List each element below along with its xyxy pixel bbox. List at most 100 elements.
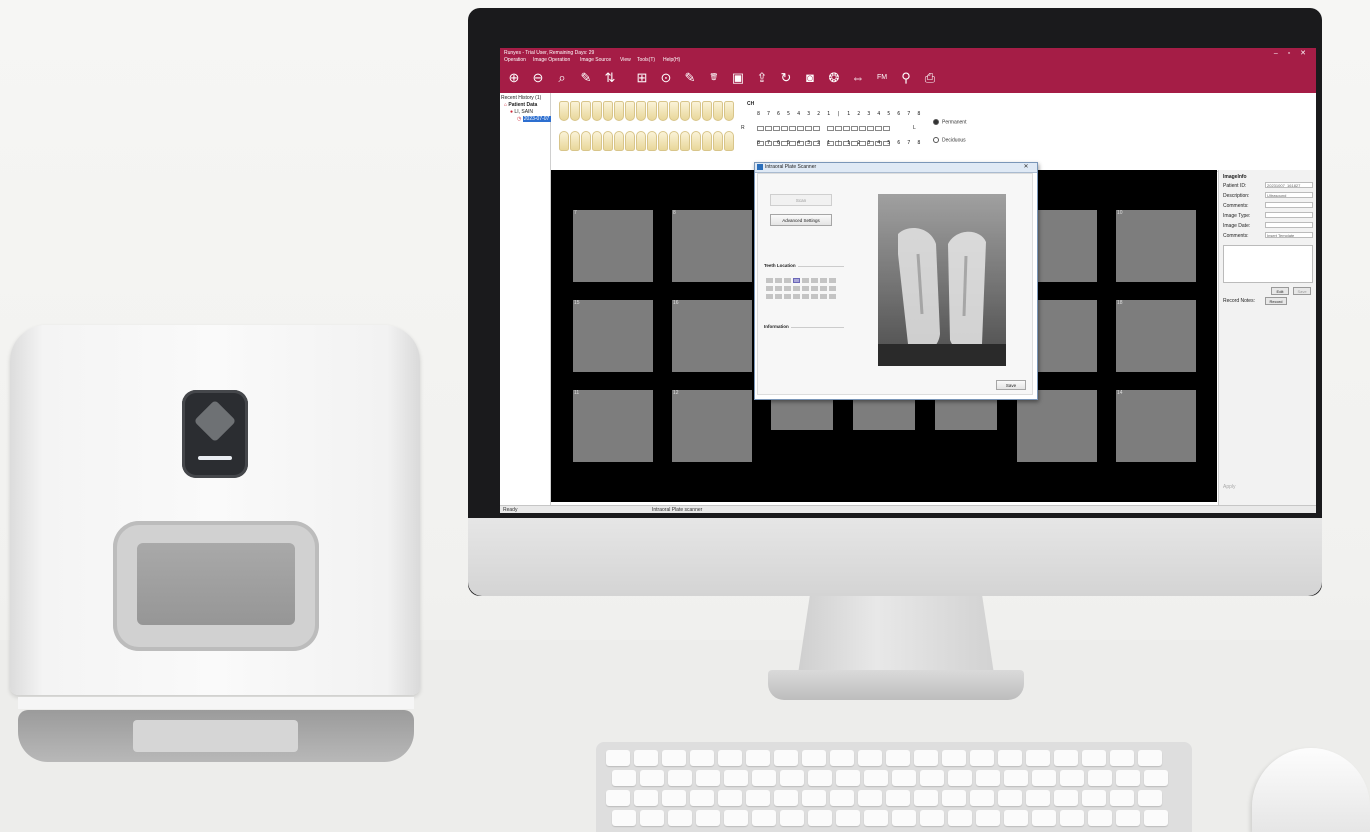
tooth[interactable] <box>724 131 734 151</box>
tooth-location-cell[interactable] <box>820 294 827 299</box>
tooth[interactable] <box>570 101 580 121</box>
pen-icon[interactable]: ✎ <box>578 70 594 86</box>
radio-deciduous[interactable]: Deciduous <box>933 137 966 143</box>
tooth[interactable] <box>658 131 668 151</box>
tooth-location-cell[interactable] <box>766 278 773 283</box>
camera-icon[interactable]: ◙ <box>802 70 818 86</box>
dialog-close-button[interactable]: ✕ <box>1019 163 1033 171</box>
tooth-location-cell[interactable] <box>793 278 800 283</box>
upper-arch[interactable] <box>559 101 735 123</box>
tooth[interactable] <box>625 101 635 121</box>
comments-textarea[interactable] <box>1223 245 1313 283</box>
tooth-checkbox[interactable] <box>757 126 764 131</box>
tooth[interactable] <box>592 131 602 151</box>
tooth[interactable] <box>669 131 679 151</box>
menu-image-source[interactable]: Image Source <box>580 57 611 63</box>
tooth[interactable] <box>691 101 701 121</box>
tooth[interactable] <box>658 101 668 121</box>
tooth-location-cell[interactable] <box>820 286 827 291</box>
export-icon[interactable]: ⇪ <box>754 70 770 86</box>
print-icon[interactable]: ⎙ <box>922 70 938 86</box>
tooth[interactable] <box>713 131 723 151</box>
magnifier-icon[interactable]: ⌕ <box>554 70 570 86</box>
tooth-checkbox[interactable] <box>827 126 834 131</box>
tooth-location-cell[interactable] <box>802 294 809 299</box>
tooth-checkbox[interactable] <box>781 126 788 131</box>
tooth-checkbox[interactable] <box>875 126 882 131</box>
refresh-icon[interactable]: ↻ <box>778 70 794 86</box>
field-comments[interactable] <box>1265 202 1313 208</box>
grid-icon[interactable]: ⊞ <box>634 70 650 86</box>
tooth-location-cell[interactable] <box>784 278 791 283</box>
edit-button[interactable]: Edit <box>1271 287 1289 295</box>
tooth-checkbox[interactable] <box>859 126 866 131</box>
tree-root-patient-data[interactable]: ⌂ Patient Data <box>504 102 537 108</box>
teeth-location-grid[interactable] <box>766 278 842 308</box>
tooth-location-cell[interactable] <box>820 278 827 283</box>
tooth-checkbox[interactable] <box>773 126 780 131</box>
menu-tools[interactable]: Tools(T) <box>637 57 655 63</box>
image-slot[interactable]: 12 <box>672 390 752 462</box>
flip-icon[interactable]: ⇔ <box>850 70 866 86</box>
tooth[interactable] <box>559 131 569 151</box>
tooth-location-cell[interactable] <box>766 294 773 299</box>
field-description[interactable]: Ultrasound <box>1265 192 1313 198</box>
image-slot[interactable]: 14 <box>1116 390 1196 462</box>
tooth-location-cell[interactable] <box>775 278 782 283</box>
delete-icon[interactable]: 🗑 <box>706 70 722 86</box>
tooth-location-cell[interactable] <box>811 286 818 291</box>
tooth[interactable] <box>592 101 602 121</box>
tooth-checkbox[interactable] <box>867 126 874 131</box>
tooth-checkbox[interactable] <box>835 126 842 131</box>
tooth[interactable] <box>614 131 624 151</box>
image-slot[interactable]: 11 <box>573 390 653 462</box>
menu-image-operation[interactable]: Image Operation <box>533 57 570 63</box>
menu-operation[interactable]: Operation <box>504 57 526 63</box>
image-slot[interactable]: 10 <box>1116 210 1196 282</box>
comments-template-select[interactable]: Insert Template <box>1265 232 1313 238</box>
fm-icon[interactable]: FM <box>874 70 890 86</box>
field-image-type[interactable] <box>1265 212 1313 218</box>
tooth[interactable] <box>691 131 701 151</box>
save-info-button[interactable]: Save <box>1293 287 1311 295</box>
tooth-location-cell[interactable] <box>829 294 836 299</box>
tooth-checkbox[interactable] <box>797 126 804 131</box>
tooth-checkbox[interactable] <box>883 126 890 131</box>
tooth-checkbox[interactable] <box>765 126 772 131</box>
record-button[interactable]: Record <box>1265 297 1287 305</box>
tooth[interactable] <box>702 131 712 151</box>
image-slot[interactable]: 7 <box>573 210 653 282</box>
tooth[interactable] <box>614 101 624 121</box>
tooth-tool-icon[interactable]: ⚲ <box>898 70 914 86</box>
tooth[interactable] <box>603 131 613 151</box>
tooth[interactable] <box>680 131 690 151</box>
tooth-checkbox[interactable] <box>843 126 850 131</box>
tooth-checkbox[interactable] <box>813 126 820 131</box>
window-controls[interactable]: – ▫ ✕ <box>1274 49 1310 57</box>
tooth-location-cell[interactable] <box>784 294 791 299</box>
tooth-location-cell[interactable] <box>793 286 800 291</box>
edit-icon[interactable]: ✎ <box>682 70 698 86</box>
tooth-location-cell[interactable] <box>829 286 836 291</box>
menu-help[interactable]: Help(H) <box>663 57 680 63</box>
tooth-location-cell[interactable] <box>784 286 791 291</box>
tooth[interactable] <box>724 101 734 121</box>
zoom-in-icon[interactable]: ⊕ <box>506 70 522 86</box>
image-slot[interactable]: 18 <box>1116 300 1196 372</box>
tooth[interactable] <box>625 131 635 151</box>
dialog-save-button[interactable]: Save <box>996 380 1026 390</box>
tooth[interactable] <box>669 101 679 121</box>
tooth[interactable] <box>581 131 591 151</box>
tooth[interactable] <box>636 101 646 121</box>
tooth-location-cell[interactable] <box>829 278 836 283</box>
menu-view[interactable]: View <box>620 57 631 63</box>
apply-label[interactable]: Apply <box>1223 484 1236 490</box>
tooth-location-cell[interactable] <box>811 294 818 299</box>
tooth[interactable] <box>647 101 657 121</box>
advanced-settings-button[interactable]: Advanced Settings <box>770 214 832 226</box>
tooth-location-cell[interactable] <box>811 278 818 283</box>
tooth[interactable] <box>647 131 657 151</box>
capture-icon[interactable]: ❂ <box>826 70 842 86</box>
tooth[interactable] <box>680 101 690 121</box>
scan-button[interactable]: Scan <box>770 194 832 206</box>
